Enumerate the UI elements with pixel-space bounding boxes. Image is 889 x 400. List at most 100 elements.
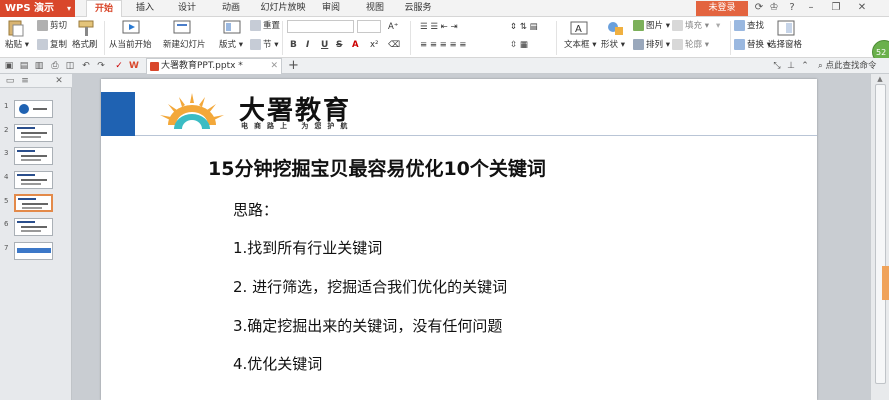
panel-header: ▭ ≡ ✕ (0, 74, 72, 88)
strikethrough-button[interactable]: S (336, 40, 342, 50)
help-icon[interactable]: ? (786, 2, 798, 14)
body-line-5[interactable]: 4.优化关键词 (233, 353, 322, 374)
select-pane-button[interactable]: 选择窗格 (768, 39, 802, 51)
new-slide-button[interactable]: 新建幻灯片 (163, 39, 206, 51)
picture-button[interactable]: 图片 ▾ (633, 20, 670, 32)
body-line-1[interactable]: 思路： (233, 199, 278, 220)
close-panel-icon[interactable]: ✕ (54, 76, 64, 86)
minimize-icon[interactable]: – (805, 2, 817, 14)
paste-button[interactable]: 粘贴 ▾ (5, 39, 29, 51)
reset-label: 重置 (263, 21, 281, 31)
slide-thumbnail-2[interactable] (14, 124, 53, 142)
command-search[interactable]: ⌕ 点此查找命令 (818, 59, 876, 73)
shape-button[interactable]: 形状 ▾ (601, 39, 625, 51)
check-icon[interactable]: ✓ (114, 61, 124, 71)
body-line-3[interactable]: 2. 进行筛选，挖掘适合我们优化的关键词 (233, 276, 507, 297)
textbox-label: 文本框 (564, 40, 590, 50)
tab-insert[interactable]: 插入 (130, 0, 160, 17)
bold-button[interactable]: B (290, 40, 297, 50)
font-size-select[interactable] (357, 20, 381, 33)
restore-icon[interactable]: ❐ (830, 2, 842, 14)
copy-button[interactable]: 复制 (37, 39, 67, 51)
shirt-icon[interactable]: ♔ (768, 2, 780, 14)
slide-thumbnail-5[interactable] (14, 194, 53, 212)
grow-font-icon[interactable]: A⁺ (388, 21, 398, 33)
slide-canvas[interactable]: 大署教育 电商路上 为您护航 15分钟挖掘宝贝最容易优化10个关键词 思路： 1… (101, 79, 817, 400)
pin-icon[interactable]: ⊥ (786, 61, 796, 71)
document-tab[interactable]: 大署教育PPT.pptx * ✕ (146, 58, 282, 74)
reset-button[interactable]: 重置 (250, 20, 280, 32)
bullet-list-icon[interactable]: ☰ ☰ ⇤ ⇥ (420, 21, 458, 33)
slide-thumbnail-1[interactable] (14, 100, 53, 118)
section-button[interactable]: 节 ▾ (250, 39, 278, 51)
tab-animation[interactable]: 动画 (216, 0, 246, 17)
arrange-button[interactable]: 排列 ▾ (633, 39, 670, 51)
find-button[interactable]: 查找 (734, 20, 764, 32)
divider (556, 21, 557, 55)
slide-thumbnail-6[interactable] (14, 218, 53, 236)
tab-review[interactable]: 审阅 (316, 0, 346, 17)
cut-label: 剪切 (50, 21, 68, 31)
search-icon: ⌕ (818, 61, 823, 71)
underline-button[interactable]: U (321, 40, 328, 50)
body-line-4[interactable]: 3.确定挖掘出来的关键词，没有任何问题 (233, 315, 502, 336)
login-button[interactable]: 未登录 (696, 1, 748, 16)
clear-format-icon[interactable]: ⌫ (388, 39, 400, 51)
print-icon[interactable]: ⎙ (50, 61, 60, 71)
paste-icon (8, 20, 24, 37)
sync-icon[interactable]: ⟳ (753, 2, 765, 14)
wps-app-menu-button[interactable]: WPS 演示 ▾ (0, 0, 75, 17)
shape-icon (608, 22, 623, 35)
expand-icon[interactable]: ⤡ (772, 61, 782, 71)
new-tab-button[interactable]: + (288, 58, 299, 73)
slides-view-icon[interactable]: ▭ (5, 76, 15, 86)
save-icon[interactable]: ▣ (4, 61, 14, 71)
italic-button[interactable]: I (306, 40, 309, 50)
outline-button[interactable]: 轮廓 ▾ (672, 39, 709, 51)
text-direction-icon[interactable]: ⇳ ▦ (510, 39, 528, 51)
slide-thumbnail-3[interactable] (14, 147, 53, 165)
replace-button[interactable]: 替换 ▾ (734, 39, 771, 51)
slide-thumbnail-panel: ▭ ≡ ✕ 1 2 3 4 5 6 7 (0, 74, 72, 400)
more-button[interactable]: ▾ (716, 20, 720, 32)
close-tab-icon[interactable]: ✕ (270, 59, 278, 74)
align-icon[interactable]: ≡ ≡ ≡ ≡ ≡ (420, 39, 466, 51)
scroll-thumb[interactable] (875, 84, 886, 384)
slide-title[interactable]: 15分钟挖掘宝贝最容易优化10个关键词 (208, 154, 546, 181)
tab-design[interactable]: 设计 (172, 0, 202, 17)
export-pdf-icon[interactable]: ▥ (34, 61, 44, 71)
wps-logo-icon[interactable]: W (129, 61, 139, 71)
scroll-up-icon[interactable]: ▲ (875, 75, 885, 83)
open-icon[interactable]: ▤ (19, 61, 29, 71)
vertical-scrollbar[interactable]: ▲ (870, 74, 889, 400)
line-spacing-icon[interactable]: ⇕ ⇅ ▤ (510, 21, 538, 33)
shape-label: 形状 (601, 40, 619, 50)
chevron-down-icon: ▾ (66, 4, 71, 13)
slide-number: 1 (4, 102, 9, 110)
superscript-icon[interactable]: x² (370, 39, 378, 51)
outline-view-icon[interactable]: ≡ (20, 76, 30, 86)
copy-label: 复制 (50, 40, 68, 50)
from-current-button[interactable]: 从当前开始 (109, 39, 152, 51)
cut-button[interactable]: 剪切 (37, 20, 67, 32)
tab-slideshow[interactable]: 幻灯片放映 (258, 0, 308, 17)
slide-thumbnail-4[interactable] (14, 171, 53, 189)
font-name-select[interactable] (287, 20, 354, 33)
format-painter-button[interactable]: 格式刷 (72, 39, 98, 51)
body-line-2[interactable]: 1.找到所有行业关键词 (233, 237, 382, 258)
layout-button[interactable]: 版式 ▾ (219, 39, 243, 51)
tab-cloud[interactable]: 云服务 (400, 0, 436, 17)
undo-icon[interactable]: ↶ (81, 61, 91, 71)
textbox-button[interactable]: 文本框 ▾ (564, 39, 596, 51)
slide-thumbnail-7[interactable] (14, 242, 53, 260)
redo-icon[interactable]: ↷ (96, 61, 106, 71)
outline-icon (672, 39, 683, 50)
preview-icon[interactable]: ◫ (65, 61, 75, 71)
tab-view[interactable]: 视图 (360, 0, 390, 17)
collapse-ribbon-icon[interactable]: ⌃ (800, 61, 810, 71)
tab-home[interactable]: 开始 (86, 0, 122, 18)
font-color-icon[interactable]: A (352, 39, 359, 51)
fill-button[interactable]: 填充 ▾ (672, 20, 709, 32)
close-icon[interactable]: ✕ (856, 2, 868, 14)
side-panel-tab[interactable] (882, 266, 889, 300)
